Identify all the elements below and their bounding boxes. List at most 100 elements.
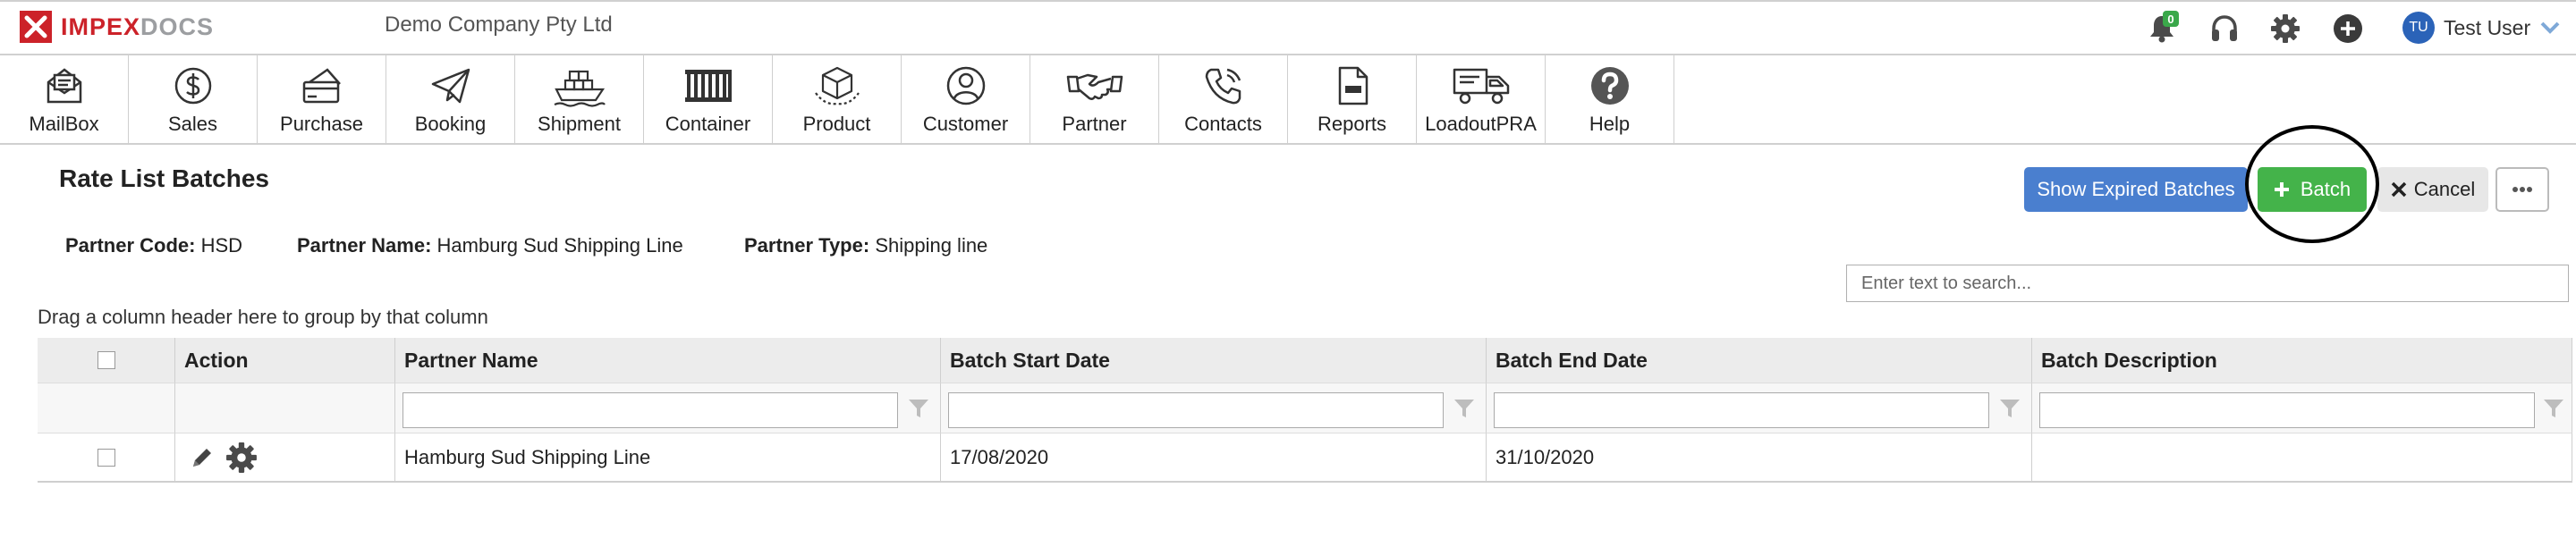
module-label: Help: [1589, 113, 1631, 135]
filter-cell-partner-name: [395, 383, 941, 433]
logo-text-b: DOCS: [140, 13, 215, 40]
cancel-button[interactable]: Cancel: [2377, 167, 2488, 212]
edit-pencil-icon[interactable]: [190, 445, 215, 470]
highlight-circle-annotation: [2245, 125, 2379, 243]
add-new-button[interactable]: [2331, 12, 2365, 46]
phone-icon: [1205, 68, 1241, 105]
support-button[interactable]: [2207, 12, 2241, 46]
group-by-panel[interactable]: Drag a column header here to group by th…: [38, 306, 488, 329]
filter-cell-batch-description: [2032, 383, 2572, 433]
page-title: Rate List Batches: [59, 164, 269, 192]
module-reports[interactable]: Reports: [1288, 55, 1417, 145]
column-header-batch-end-date[interactable]: Batch End Date: [1487, 338, 2032, 383]
partner-name-label: Partner Name:: [297, 234, 432, 257]
module-container[interactable]: Container: [644, 55, 773, 145]
rate-batches-grid: Action Partner Name Batch Start Date Bat…: [38, 338, 2572, 483]
avatar[interactable]: TU: [2402, 12, 2435, 44]
filter-cell-action: [175, 383, 395, 433]
column-header-partner-name[interactable]: Partner Name: [395, 338, 941, 383]
module-label: LoadoutPRA: [1425, 113, 1537, 135]
partner-type-info: Partner Type: Shipping line: [744, 234, 987, 257]
search-input[interactable]: [1846, 265, 2569, 302]
filter-cell-batch-start-date: [941, 383, 1487, 433]
paper-plane-icon: [431, 68, 470, 104]
filter-cell-select: [38, 383, 175, 433]
row-checkbox[interactable]: [97, 448, 115, 467]
module-product[interactable]: Product: [773, 55, 902, 145]
module-mailbox[interactable]: MailBox: [0, 55, 129, 145]
chevron-down-icon: [2540, 21, 2560, 34]
module-label: Contacts: [1184, 113, 1262, 135]
partner-code-label: Partner Code:: [65, 234, 196, 257]
filter-cell-batch-end-date: [1487, 383, 2032, 433]
container-icon: [684, 70, 732, 102]
column-header-batch-description[interactable]: Batch Description: [2032, 338, 2572, 383]
purchase-icon: [302, 68, 341, 104]
module-label: Partner: [1062, 113, 1127, 135]
module-contacts[interactable]: Contacts: [1159, 55, 1288, 145]
help-icon: [1590, 67, 1629, 105]
mailbox-icon: [47, 68, 81, 104]
app-logo[interactable]: IMPEXDOCS: [20, 9, 214, 45]
select-all-checkbox[interactable]: [97, 351, 115, 369]
module-loadoutpra[interactable]: LoadoutPRA: [1417, 55, 1546, 145]
table-cell-batch-start-date: 17/08/2020: [941, 433, 1487, 483]
module-shipment[interactable]: Shipment: [515, 55, 644, 145]
partner-type-label: Partner Type:: [744, 234, 870, 257]
module-label: Shipment: [538, 113, 621, 135]
module-label: Container: [665, 113, 751, 135]
module-partner[interactable]: Partner: [1030, 55, 1159, 145]
table-row-select-cell: [38, 433, 175, 483]
settings-button[interactable]: [2268, 12, 2302, 46]
module-purchase[interactable]: Purchase: [258, 55, 386, 145]
notification-count-badge: 0: [2163, 11, 2179, 27]
notifications-button[interactable]: 0: [2145, 11, 2179, 46]
module-label: Product: [802, 113, 871, 135]
module-label: MailBox: [29, 113, 99, 135]
table-cell-batch-end-date: 31/10/2020: [1487, 433, 2032, 483]
module-help[interactable]: Help: [1546, 55, 1674, 145]
filter-icon[interactable]: [1453, 398, 1476, 419]
header-select-cell: [38, 338, 175, 383]
module-sales[interactable]: Sales: [129, 55, 258, 145]
filter-input-batch-description[interactable]: [2039, 392, 2535, 428]
ship-icon: [554, 70, 606, 107]
table-row-action-cell: [175, 433, 395, 483]
module-label: Booking: [414, 113, 487, 135]
filter-icon[interactable]: [1998, 398, 2021, 419]
user-menu-button[interactable]: [2538, 15, 2562, 43]
headset-icon: [2212, 15, 2237, 41]
partner-name-value: Hamburg Sud Shipping Line: [436, 234, 683, 257]
partner-code-value: HSD: [200, 234, 243, 257]
plus-circle-icon: [2334, 14, 2362, 43]
box-icon: [814, 66, 860, 105]
filter-input-batch-start-date[interactable]: [948, 392, 1444, 428]
more-options-button[interactable]: [2496, 167, 2549, 212]
column-header-batch-start-date[interactable]: Batch Start Date: [941, 338, 1487, 383]
filter-icon[interactable]: [2542, 398, 2565, 419]
filter-icon[interactable]: [907, 398, 930, 419]
partner-name-info: Partner Name: Hamburg Sud Shipping Line: [297, 234, 683, 257]
dollar-icon: [174, 67, 211, 105]
handshake-icon: [1066, 73, 1123, 100]
partner-code-info: Partner Code: HSD: [65, 234, 242, 257]
gear-icon: [2271, 14, 2300, 43]
ellipsis-icon: [2512, 187, 2532, 192]
show-expired-label: Show Expired Batches: [2037, 178, 2235, 200]
filter-input-partner-name[interactable]: [402, 392, 898, 428]
module-label: Purchase: [280, 113, 363, 135]
module-customer[interactable]: Customer: [902, 55, 1030, 145]
filter-input-batch-end-date[interactable]: [1494, 392, 1989, 428]
module-booking[interactable]: Booking: [386, 55, 515, 145]
truck-icon: [1453, 68, 1509, 105]
customer-icon: [946, 66, 985, 105]
show-expired-batches-button[interactable]: Show Expired Batches: [2024, 167, 2248, 212]
column-header-action[interactable]: Action: [175, 338, 395, 383]
module-label: Reports: [1317, 113, 1387, 135]
gear-icon[interactable]: [225, 442, 258, 474]
company-name: Demo Company Pty Ltd: [385, 13, 613, 37]
user-name[interactable]: Test User: [2444, 16, 2530, 40]
table-cell-batch-description: [2032, 433, 2572, 483]
close-icon: [2391, 181, 2406, 198]
module-label: Sales: [167, 113, 218, 135]
